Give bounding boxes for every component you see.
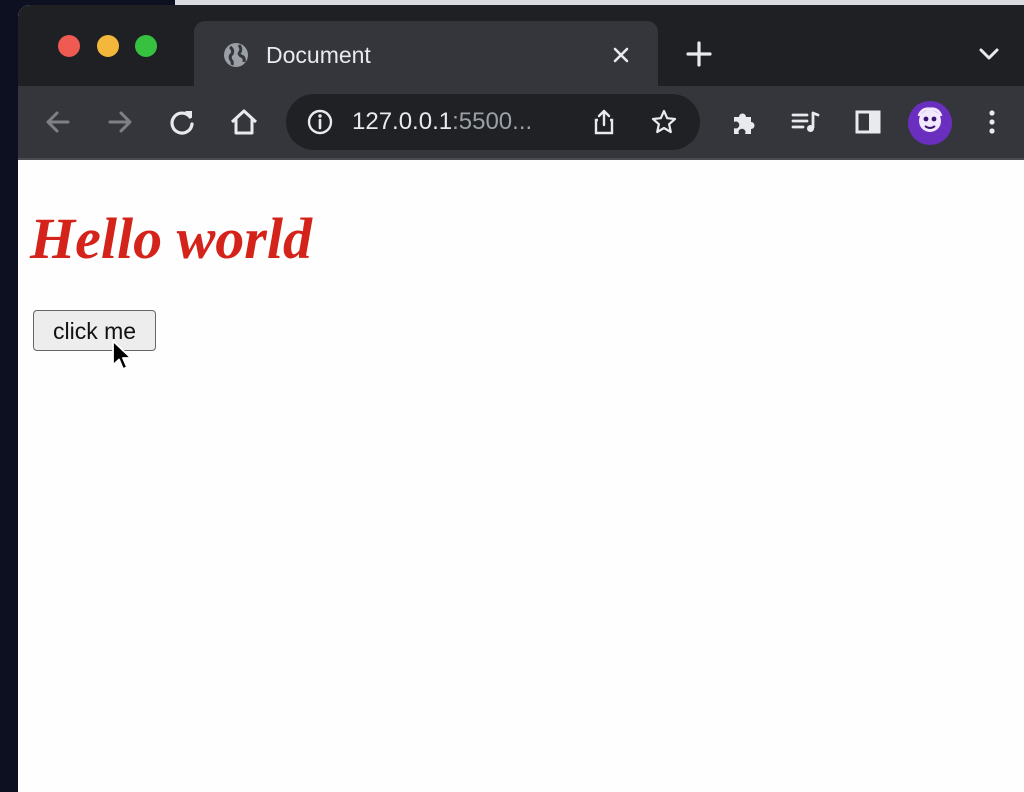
home-icon[interactable] xyxy=(228,106,260,138)
avatar-icon xyxy=(917,107,943,132)
window-maximize-button[interactable] xyxy=(135,35,157,57)
url-host: 127.0.0.1 xyxy=(352,108,453,135)
more-menu-icon[interactable] xyxy=(976,106,1008,138)
side-panel-icon[interactable] xyxy=(852,106,884,138)
profile-avatar[interactable] xyxy=(908,101,952,145)
window-minimize-button[interactable] xyxy=(97,35,119,57)
tab-document[interactable]: Document xyxy=(194,21,658,86)
address-bar[interactable]: 127.0.0.1:5500... xyxy=(286,94,700,150)
reload-icon[interactable] xyxy=(166,106,198,138)
click-me-button[interactable]: click me xyxy=(33,310,156,351)
tab-strip: Document xyxy=(18,5,1024,86)
page-heading: Hello world xyxy=(30,206,312,271)
desktop: Document 127.0.0.1:5500... Hello world c… xyxy=(0,0,1024,792)
extensions-icon[interactable] xyxy=(728,106,760,138)
forward-arrow-icon[interactable] xyxy=(104,106,136,138)
bookmark-star-icon[interactable] xyxy=(650,108,678,136)
mouse-pointer-icon xyxy=(112,340,132,370)
url-port: :5500... xyxy=(452,108,533,135)
page-content: Hello world click me xyxy=(18,160,1024,792)
close-tab-icon[interactable] xyxy=(606,40,636,70)
window-close-button[interactable] xyxy=(58,35,80,57)
url-text[interactable]: 127.0.0.1:5500... xyxy=(352,108,532,136)
browser-toolbar: 127.0.0.1:5500... xyxy=(18,86,1024,158)
media-queue-icon[interactable] xyxy=(790,106,822,138)
info-icon[interactable] xyxy=(306,108,334,136)
globe-icon xyxy=(224,43,248,67)
browser-window: Document 127.0.0.1:5500... Hello world c… xyxy=(18,5,1024,792)
back-arrow-icon[interactable] xyxy=(42,106,74,138)
tab-title: Document xyxy=(266,42,371,68)
share-icon[interactable] xyxy=(590,108,618,136)
new-tab-icon[interactable] xyxy=(684,39,714,69)
chevron-down-icon[interactable] xyxy=(976,43,1002,65)
